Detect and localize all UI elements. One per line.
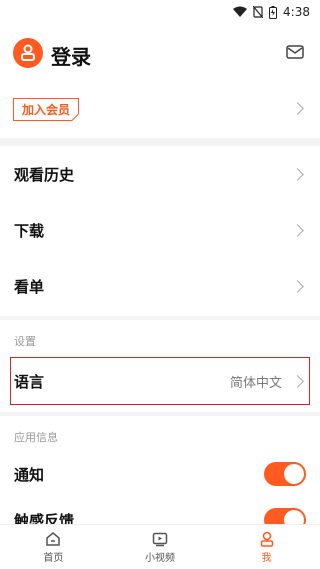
menu-item-history[interactable]: 观看历史 xyxy=(0,146,320,202)
chevron-right-icon xyxy=(291,279,304,293)
login-link[interactable]: 登录 xyxy=(51,41,91,70)
menu-item-download[interactable]: 下载 xyxy=(0,202,320,258)
no-sim-icon xyxy=(253,6,264,18)
short-video-icon xyxy=(152,532,168,546)
chevron-right-icon xyxy=(291,374,304,388)
divider xyxy=(0,412,320,416)
nav-home[interactable]: 首页 xyxy=(0,525,107,569)
home-icon xyxy=(46,531,61,546)
nav-short-video[interactable]: 小视频 xyxy=(107,525,214,569)
menu-item-label: 看单 xyxy=(14,277,45,296)
divider xyxy=(0,316,320,320)
chevron-right-icon xyxy=(291,101,304,115)
language-value: 简体中文 xyxy=(229,375,282,391)
menu-item-watchlist[interactable]: 看单 xyxy=(0,258,320,314)
nav-profile[interactable]: 我 xyxy=(213,525,320,569)
bottom-nav: 首页 小视频 我 xyxy=(0,524,320,569)
chevron-right-icon xyxy=(291,167,304,181)
section-app-info-heading: 应用信息 xyxy=(14,431,58,444)
nav-label: 我 xyxy=(261,552,272,564)
menu-item-label: 观看历史 xyxy=(14,165,75,184)
avatar[interactable] xyxy=(13,38,43,68)
status-time: 4:38 xyxy=(283,5,310,19)
profile-header: 登录 xyxy=(0,28,320,80)
status-bar: 4:38 xyxy=(0,0,320,24)
chevron-right-icon xyxy=(291,223,304,237)
battery-icon xyxy=(269,5,278,19)
profile-icon xyxy=(260,531,273,547)
join-vip-row[interactable]: 加入会员 xyxy=(0,86,320,130)
notifications-toggle[interactable] xyxy=(264,462,306,486)
section-settings-heading: 设置 xyxy=(14,335,36,348)
mail-icon xyxy=(286,45,304,59)
nav-label: 首页 xyxy=(43,552,64,564)
menu-item-label: 下载 xyxy=(14,221,45,240)
divider xyxy=(0,138,320,146)
menu-item-label: 语言 xyxy=(14,372,45,391)
vip-badge: 加入会员 xyxy=(13,98,80,121)
wifi-icon xyxy=(233,6,248,18)
menu-item-label: 通知 xyxy=(14,465,45,484)
nav-label: 小视频 xyxy=(145,552,175,564)
user-icon xyxy=(21,44,35,61)
menu-item-language[interactable]: 语言 简体中文 xyxy=(0,353,320,409)
message-button[interactable] xyxy=(286,44,304,59)
